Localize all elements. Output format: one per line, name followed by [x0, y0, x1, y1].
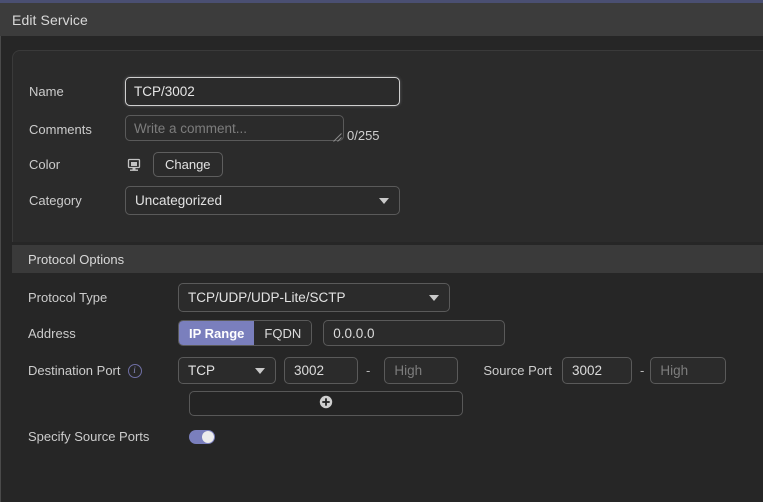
- add-port-button[interactable]: [189, 391, 463, 416]
- comments-input-wrap: [125, 115, 344, 144]
- source-port-label: Source Port: [483, 363, 552, 378]
- comments-row: Comments 0/255: [29, 115, 380, 144]
- general-settings-card: Name Comments 0/255 Color: [12, 50, 763, 242]
- destination-port-low-input[interactable]: [284, 357, 358, 384]
- address-mode-segmented-control: IP Range FQDN: [178, 320, 313, 346]
- toggle-knob: [202, 430, 214, 443]
- comments-input[interactable]: [125, 115, 344, 141]
- specify-source-ports-toggle[interactable]: [189, 429, 215, 444]
- specify-source-ports-label: Specify Source Ports: [28, 429, 150, 444]
- destination-port-label-wrap: Destination Port i: [28, 363, 178, 378]
- destination-port-range-separator: -: [366, 363, 371, 378]
- protocol-type-row: Protocol Type TCP/UDP/UDP-Lite/SCTP: [28, 283, 450, 312]
- category-row: Category Uncategorized: [29, 186, 400, 215]
- name-label: Name: [29, 84, 64, 99]
- destination-port-protocol-select[interactable]: TCP: [178, 357, 276, 384]
- specify-source-ports-row: Specify Source Ports: [28, 429, 215, 444]
- source-port-range-separator: -: [640, 363, 645, 378]
- color-label: Color: [29, 157, 61, 172]
- dialog-title-bar: Edit Service: [0, 3, 763, 36]
- destination-port-protocol-value: TCP: [188, 363, 215, 378]
- comments-label: Comments: [29, 122, 92, 137]
- address-row: Address IP Range FQDN: [28, 320, 506, 346]
- address-mode-fqdn[interactable]: FQDN: [254, 321, 312, 345]
- category-label: Category: [29, 193, 82, 208]
- protocol-options-title: Protocol Options: [28, 251, 125, 267]
- dialog-title: Edit Service: [12, 11, 88, 28]
- plus-circle-icon: [319, 395, 333, 412]
- protocol-type-select[interactable]: TCP/UDP/UDP-Lite/SCTP: [178, 283, 450, 312]
- dialog-body: Name Comments 0/255 Color: [0, 36, 763, 502]
- chevron-down-icon: [255, 367, 265, 374]
- address-label: Address: [28, 325, 76, 341]
- destination-port-high-input[interactable]: [384, 357, 459, 384]
- name-row: Name: [29, 77, 400, 106]
- name-input[interactable]: [125, 77, 400, 106]
- chevron-down-icon: [379, 197, 389, 204]
- category-selected-value: Uncategorized: [135, 193, 223, 208]
- color-row: Color Change: [29, 152, 223, 177]
- protocol-type-selected-value: TCP/UDP/UDP-Lite/SCTP: [188, 290, 346, 305]
- source-port-high-input[interactable]: [650, 357, 727, 384]
- comments-char-count: 0/255: [347, 128, 380, 143]
- protocol-type-label: Protocol Type: [28, 290, 108, 305]
- category-select[interactable]: Uncategorized: [125, 186, 400, 215]
- source-port-low-input[interactable]: [562, 357, 632, 384]
- destination-port-row: Destination Port i TCP - Source Port -: [28, 357, 727, 384]
- info-icon[interactable]: i: [127, 363, 142, 378]
- change-color-button[interactable]: Change: [153, 152, 223, 177]
- address-input[interactable]: [323, 320, 506, 346]
- protocol-options-card: Protocol Type TCP/UDP/UDP-Lite/SCTP Addr…: [12, 273, 763, 502]
- add-port-row: [189, 391, 463, 416]
- protocol-options-section-header: Protocol Options: [12, 245, 763, 273]
- address-mode-ip-range[interactable]: IP Range: [179, 321, 255, 345]
- color-swatch-icon[interactable]: [125, 156, 143, 174]
- chevron-down-icon: [429, 294, 439, 301]
- destination-port-label: Destination Port: [28, 363, 121, 378]
